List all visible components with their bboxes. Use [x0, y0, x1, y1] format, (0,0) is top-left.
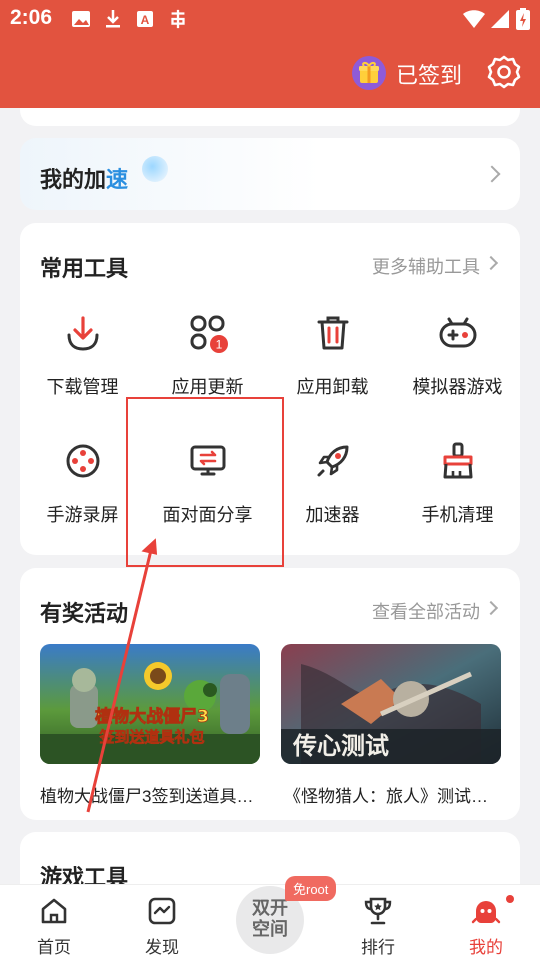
- tab-discover[interactable]: 发现: [122, 895, 202, 958]
- tab-ranking[interactable]: 排行: [338, 895, 418, 958]
- rocket-icon: [317, 445, 348, 477]
- discover-icon: [148, 897, 176, 925]
- trophy-icon: [364, 897, 392, 925]
- dual-space-line2: 空间: [252, 919, 288, 939]
- dual-space-line1: 双开: [252, 898, 288, 918]
- broom-icon: [443, 442, 472, 479]
- gamepad-icon: [439, 317, 476, 348]
- a-box-icon: A: [137, 11, 153, 27]
- svg-text:A: A: [141, 13, 150, 27]
- activity-banner-monster-hunter[interactable]: 传心测试: [281, 644, 501, 764]
- rewards-activities-card: 有奖活动 查看全部活动 植物大战僵尸3 签到送道具礼包 传心测试 植物大战僵尸3…: [20, 568, 520, 820]
- trash-icon: [317, 316, 348, 350]
- status-time: 2:06: [10, 6, 53, 29]
- more-tools-link[interactable]: 更多辅助工具: [372, 253, 480, 279]
- app-header: 已签到: [0, 38, 540, 108]
- tool-emulator-games[interactable]: 模拟器游戏: [395, 313, 520, 399]
- no-root-badge: 免root: [285, 876, 337, 901]
- download-icon: [67, 316, 98, 351]
- signed-in-label[interactable]: 已签到: [396, 58, 462, 90]
- tab-home[interactable]: 首页: [14, 895, 94, 958]
- svg-text:植物大战僵尸3: 植物大战僵尸3: [95, 706, 209, 727]
- wifi-icon: [463, 10, 485, 28]
- chevron-right-icon: [483, 165, 501, 183]
- update-count-badge: 1: [215, 338, 222, 352]
- signal-icon: [491, 10, 509, 28]
- download-status-icon: [106, 10, 120, 28]
- previous-card-edge: [20, 108, 520, 126]
- app-update-icon: 1: [190, 315, 228, 353]
- my-acceleration-title: 我的加速: [40, 167, 129, 192]
- tool-phone-cleaner[interactable]: 手机清理: [395, 441, 520, 527]
- pvz-banner-image: 植物大战僵尸3 签到送道具礼包: [40, 644, 260, 764]
- notification-dot: [506, 895, 514, 903]
- svg-text:传心测试: 传心测试: [292, 732, 389, 760]
- app-notify-icon: [171, 9, 185, 29]
- home-icon: [41, 898, 67, 924]
- speed-glow-icon: [142, 156, 168, 182]
- activity-caption-monster-hunter[interactable]: 《怪物猎人：旅人》测试…: [284, 782, 512, 807]
- my-acceleration-card[interactable]: 我的加速: [20, 138, 520, 210]
- tool-download-manager[interactable]: 下载管理: [20, 313, 145, 399]
- chevron-right-icon: [483, 255, 499, 271]
- tool-app-uninstall[interactable]: 应用卸载: [270, 313, 395, 399]
- all-activities-link[interactable]: 查看全部活动: [372, 598, 480, 624]
- tool-accelerator[interactable]: 加速器: [270, 441, 395, 527]
- monster-hunter-banner-image: 传心测试: [281, 644, 501, 764]
- status-bar: 2:06 A: [0, 0, 540, 38]
- tab-mine[interactable]: 我的: [446, 895, 526, 958]
- settings-gear-icon[interactable]: [486, 54, 522, 90]
- film-reel-icon: [66, 444, 99, 478]
- profile-icon: [471, 901, 501, 924]
- activity-banner-pvz[interactable]: 植物大战僵尸3 签到送道具礼包: [40, 644, 260, 764]
- annotation-highlight-box: [126, 397, 284, 567]
- gift-icon[interactable]: [352, 56, 386, 90]
- chevron-right-icon: [483, 600, 499, 616]
- activity-caption-pvz[interactable]: 植物大战僵尸3签到送道具…: [40, 782, 268, 807]
- tools-section-title: 常用工具: [40, 256, 129, 281]
- tool-app-update[interactable]: 1 应用更新: [145, 313, 270, 399]
- activities-section-title: 有奖活动: [40, 601, 129, 626]
- svg-text:签到送道具礼包: 签到送道具礼包: [98, 728, 204, 746]
- image-icon: [72, 11, 90, 27]
- battery-icon: [516, 8, 530, 30]
